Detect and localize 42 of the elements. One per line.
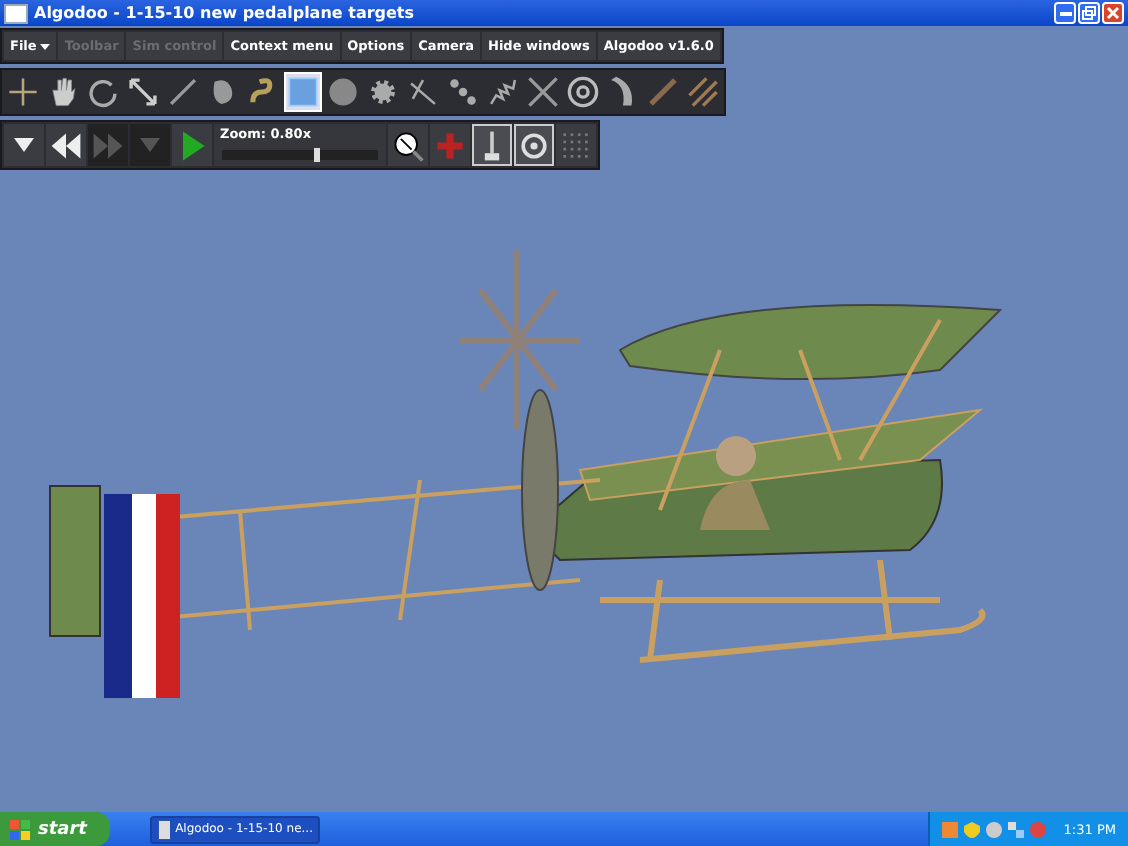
knife-icon	[166, 74, 200, 110]
magnifier-icon	[390, 127, 426, 163]
tool-button[interactable]	[324, 72, 362, 112]
start-button[interactable]: start	[0, 812, 111, 846]
restore-button[interactable]	[1078, 2, 1100, 24]
rewind-button[interactable]	[46, 124, 86, 166]
cross-icon	[432, 127, 468, 163]
window-title: Algodoo - 1-15-10 new pedalplane targets	[34, 4, 417, 22]
caret-icon	[140, 138, 160, 152]
caret-icon	[40, 43, 51, 49]
tray-icon	[941, 821, 958, 837]
rotate-icon	[86, 74, 120, 110]
minimize-button[interactable]	[1054, 2, 1076, 24]
tool-button[interactable]	[4, 72, 42, 112]
app-icon	[4, 3, 28, 23]
tracer-button[interactable]	[514, 124, 554, 166]
tray-icon	[985, 821, 1002, 837]
slider-thumb[interactable]	[313, 148, 320, 162]
tool-button[interactable]	[124, 72, 162, 112]
play-button[interactable]	[172, 124, 212, 166]
windows-logo-icon	[10, 819, 30, 839]
network-icon	[1007, 821, 1024, 837]
grid-icon	[558, 127, 594, 163]
restore-icon	[1082, 6, 1096, 20]
close-icon	[1106, 6, 1120, 20]
caret-icon	[14, 138, 34, 152]
chain-icon	[446, 74, 480, 110]
hand-icon	[46, 74, 80, 110]
tray-icon	[1029, 821, 1046, 837]
minimize-icon	[1059, 11, 1071, 15]
close-button[interactable]	[1102, 2, 1124, 24]
menu-button[interactable]	[4, 124, 44, 166]
spring-icon	[486, 74, 520, 110]
box-icon	[286, 74, 320, 110]
move-icon	[6, 74, 40, 110]
circle-icon	[326, 74, 360, 110]
pin-button[interactable]	[472, 124, 512, 166]
gear-icon	[366, 74, 400, 110]
app-icon	[158, 819, 170, 839]
scale-icon	[126, 74, 160, 110]
shield-icon	[963, 821, 980, 837]
reset-button[interactable]	[388, 124, 428, 166]
